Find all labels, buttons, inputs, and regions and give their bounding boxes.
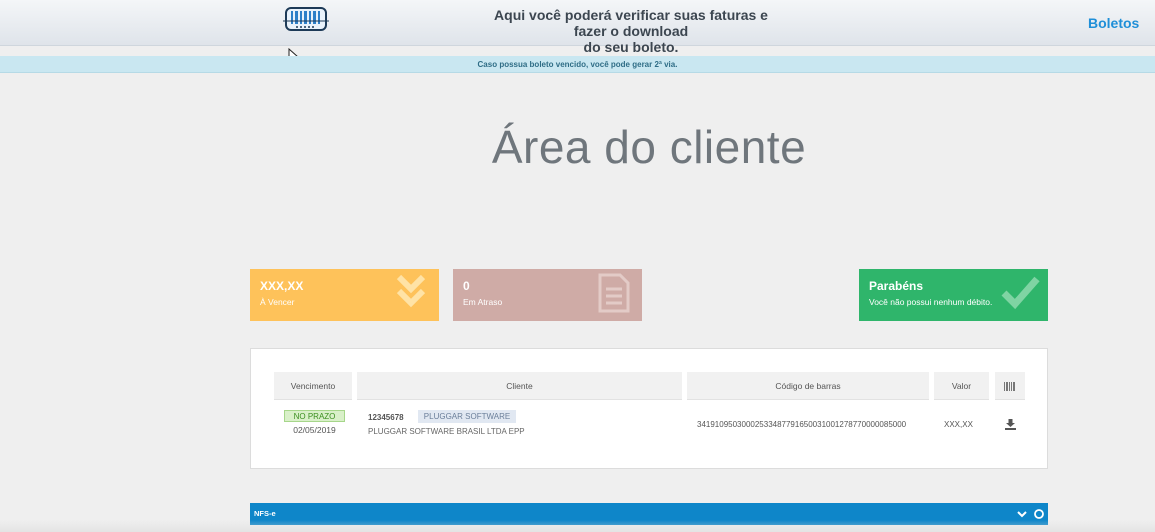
invoices-panel: Vencimento Cliente Código de barras Valo… — [250, 348, 1048, 469]
refresh-icon[interactable] — [1033, 508, 1045, 520]
col-header-vencimento[interactable]: Vencimento — [274, 372, 352, 400]
chevron-down-icon[interactable] — [1016, 508, 1028, 520]
col-header-barcode — [995, 372, 1025, 400]
invoice-value: XXX,XX — [944, 420, 973, 429]
client-code: 12345678 — [368, 413, 404, 422]
header-message: Aqui você poderá verificar suas faturas … — [480, 7, 782, 55]
card-overdue[interactable]: 0 Em Atraso — [453, 269, 642, 321]
header-line-1: Aqui você poderá verificar suas faturas … — [494, 7, 768, 39]
col-header-codigo-barras[interactable]: Código de barras — [687, 372, 929, 400]
card-overdue-value: 0 — [463, 279, 470, 293]
due-date: 02/05/2019 — [293, 425, 336, 435]
client-name: PLUGGAR SOFTWARE BRASIL LTDA EPP — [368, 427, 525, 436]
status-badge: NO PRAZO — [284, 410, 345, 422]
overdue-notice: Caso possua boleto vencido, você pode ge… — [0, 56, 1155, 73]
card-overdue-label: Em Atraso — [463, 297, 503, 307]
card-to-expire[interactable]: XXX,XX À Vencer — [250, 269, 439, 321]
header-line-2: do seu boleto. — [583, 39, 679, 55]
col-header-valor[interactable]: Valor — [934, 372, 989, 400]
client-tag: PLUGGAR SOFTWARE — [418, 410, 516, 423]
boletos-nav-link[interactable]: Boletos — [1088, 15, 1139, 31]
double-chevron-down-icon — [396, 274, 426, 308]
barcode-icon — [1004, 382, 1015, 391]
card-to-expire-label: À Vencer — [260, 297, 295, 307]
document-icon — [598, 273, 630, 313]
download-icon[interactable] — [1005, 419, 1016, 430]
checkmark-icon — [1001, 276, 1040, 310]
barcode-number[interactable]: 3419109503000253348779165003100127877000… — [697, 420, 906, 429]
col-header-cliente[interactable]: Cliente — [357, 372, 682, 400]
nfse-label: NFS-e — [254, 509, 276, 518]
barcode-logo-icon — [283, 7, 329, 31]
card-no-debt-message: Você não possui nenhum débito. — [869, 297, 993, 307]
card-to-expire-value: XXX,XX — [260, 279, 304, 293]
card-no-debt-title: Parabéns — [869, 279, 924, 293]
top-header: Aqui você poderá verificar suas faturas … — [0, 0, 1155, 55]
page-title: Área do cliente — [491, 121, 807, 173]
bottom-shade — [0, 520, 1155, 532]
card-no-debt[interactable]: Parabéns Você não possui nenhum débito. — [859, 269, 1048, 321]
